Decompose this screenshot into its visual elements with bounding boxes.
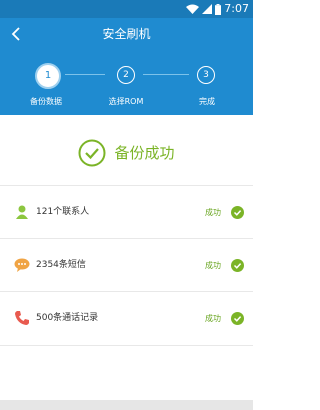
step-3-indicator: 3 — [197, 66, 215, 84]
backup-result: 备份成功 — [0, 115, 253, 190]
step-1-indicator: 1 — [35, 63, 61, 89]
success-check-icon — [78, 139, 106, 166]
page-title: 安全刷机 — [102, 27, 151, 41]
header: 安全刷机 1 2 3 备份数据 选择ROM 完成 — [0, 18, 253, 115]
step-2-label: 选择ROM — [108, 97, 144, 106]
list-item-status: 成功 — [205, 314, 221, 323]
step-connector-2 — [143, 74, 189, 75]
list-item-contacts: 121个联系人 成功 — [0, 185, 253, 239]
success-message: 备份成功 — [114, 144, 175, 162]
check-circle-icon — [231, 259, 244, 272]
list-item-status: 成功 — [205, 208, 221, 217]
list-item-status: 成功 — [205, 261, 221, 270]
list-item-label: 500条通话记录 — [36, 313, 99, 323]
status-icons: 7:07 — [186, 0, 249, 18]
step-2-indicator: 2 — [117, 66, 135, 84]
battery-icon — [215, 3, 222, 15]
step-connector-1 — [65, 74, 105, 75]
contact-icon — [16, 205, 28, 219]
list-item-calls: 500条通话记录 成功 — [0, 291, 253, 346]
bottom-bar — [0, 400, 253, 410]
list-item-label: 121个联系人 — [36, 207, 90, 217]
sms-icon — [14, 258, 30, 272]
wifi-icon — [186, 4, 200, 14]
list-item-sms: 2354条短信 成功 — [0, 238, 253, 292]
signal-icon — [202, 4, 213, 14]
step-3-label: 完成 — [199, 97, 215, 106]
list-item-label: 2354条短信 — [36, 260, 86, 270]
phone-icon — [15, 311, 29, 325]
check-circle-icon — [231, 206, 244, 219]
check-circle-icon — [231, 312, 244, 325]
status-bar: 7:07 — [0, 0, 253, 18]
step-1-label: 备份数据 — [30, 97, 62, 106]
status-time: 7:07 — [224, 2, 249, 15]
